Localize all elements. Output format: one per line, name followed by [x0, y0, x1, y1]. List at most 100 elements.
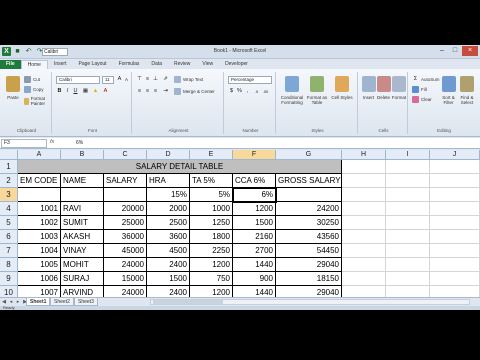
close-icon[interactable]: × — [462, 46, 478, 56]
underline-icon[interactable]: U — [72, 88, 79, 95]
decrease-decimal-icon[interactable]: .00 — [262, 88, 269, 95]
align-bottom-icon[interactable]: ⊥ — [152, 76, 159, 83]
row-header[interactable]: 6 — [0, 230, 18, 244]
table-cell[interactable] — [18, 188, 61, 202]
column-header[interactable]: G — [276, 150, 342, 160]
table-cell[interactable]: 45000 — [104, 244, 147, 258]
table-cell[interactable]: 15000 — [104, 272, 147, 286]
table-cell[interactable]: 1000 — [190, 202, 233, 216]
cell[interactable] — [342, 174, 386, 188]
table-cell[interactable]: 54450 — [276, 244, 342, 258]
column-header[interactable]: J — [430, 150, 480, 160]
cell-styles-button[interactable]: Cell Styles — [330, 76, 354, 100]
tab-file[interactable]: File — [0, 60, 21, 69]
table-cell[interactable]: CCA 6% — [233, 174, 276, 188]
fill-color-icon[interactable]: ▲ — [92, 88, 99, 95]
tab-page-layout[interactable]: Page Layout — [72, 60, 112, 69]
table-cell[interactable]: 1004 — [18, 244, 61, 258]
column-header[interactable]: F — [233, 150, 276, 160]
row-header[interactable]: 4 — [0, 202, 18, 216]
table-cell[interactable]: 1200 — [190, 258, 233, 272]
table-cell[interactable]: SUMIT — [61, 216, 104, 230]
row-header[interactable]: 10 — [0, 286, 18, 297]
table-cell[interactable]: 25000 — [104, 216, 147, 230]
table-cell[interactable]: 36000 — [104, 230, 147, 244]
cell[interactable] — [342, 244, 386, 258]
table-cell[interactable]: 1250 — [190, 216, 233, 230]
cell[interactable] — [386, 272, 430, 286]
table-cell[interactable]: 6% — [233, 188, 276, 202]
table-cell[interactable]: 15% — [147, 188, 190, 202]
orientation-icon[interactable]: ⇗ — [162, 76, 169, 83]
column-header[interactable]: C — [104, 150, 147, 160]
table-cell[interactable]: 1001 — [18, 202, 61, 216]
table-cell[interactable]: 1006 — [18, 272, 61, 286]
borders-icon[interactable]: ▦ — [82, 88, 89, 95]
merge-center-button[interactable]: Merge & Center — [174, 88, 215, 95]
font-color-icon[interactable]: A — [102, 88, 109, 95]
cell[interactable] — [342, 188, 386, 202]
indent-icon[interactable]: ⇥ — [162, 88, 169, 95]
table-cell[interactable]: SALARY — [104, 174, 147, 188]
cell[interactable] — [342, 258, 386, 272]
horizontal-scrollbar[interactable] — [150, 299, 470, 305]
bold-icon[interactable]: B — [56, 88, 63, 95]
table-cell[interactable]: 4500 — [147, 244, 190, 258]
table-cell[interactable] — [61, 188, 104, 202]
wrap-text-button[interactable]: Wrap Text — [174, 76, 203, 83]
table-cell[interactable]: 43560 — [276, 230, 342, 244]
table-cell[interactable]: 24200 — [276, 202, 342, 216]
align-left-icon[interactable]: ≡ — [136, 88, 143, 95]
cell[interactable] — [430, 188, 480, 202]
table-cell[interactable]: 1200 — [190, 286, 233, 297]
row-header[interactable]: 1 — [0, 160, 18, 174]
cell[interactable] — [342, 272, 386, 286]
table-cell[interactable]: TA 5% — [190, 174, 233, 188]
percent-icon[interactable]: % — [236, 88, 243, 95]
align-top-icon[interactable]: ⊤ — [136, 76, 143, 83]
tab-review[interactable]: Review — [168, 60, 196, 69]
table-cell[interactable]: RAVI — [61, 202, 104, 216]
formula-input[interactable]: 6% — [76, 140, 83, 146]
minimize-icon[interactable]: – — [436, 46, 448, 56]
cut-button[interactable]: Cut — [24, 76, 40, 83]
fill-button[interactable]: Fill — [412, 86, 427, 93]
table-cell[interactable]: ARVIND — [61, 286, 104, 297]
cell[interactable] — [386, 160, 430, 174]
sheet-tab-sheet3[interactable]: Sheet3 — [74, 298, 98, 306]
cell[interactable] — [430, 230, 480, 244]
table-cell[interactable] — [276, 188, 342, 202]
name-box[interactable]: F3 — [1, 139, 47, 148]
column-header[interactable]: D — [147, 150, 190, 160]
font-name-select[interactable]: Calibri — [56, 76, 100, 84]
table-cell[interactable]: 30250 — [276, 216, 342, 230]
table-cell[interactable]: 1002 — [18, 216, 61, 230]
table-cell[interactable]: 1005 — [18, 258, 61, 272]
table-cell[interactable]: 24000 — [104, 258, 147, 272]
cell[interactable] — [386, 230, 430, 244]
cell[interactable] — [342, 202, 386, 216]
table-cell[interactable]: MOHIT — [61, 258, 104, 272]
scroll-thumb[interactable] — [153, 300, 223, 304]
worksheet-grid[interactable]: ABCDEFGHIJ123456789101112131415EM CODENA… — [0, 150, 480, 297]
table-cell[interactable]: 18150 — [276, 272, 342, 286]
row-header[interactable]: 3 — [0, 188, 18, 202]
table-cell[interactable]: 750 — [190, 272, 233, 286]
table-cell[interactable]: EM CODE — [18, 174, 61, 188]
column-header[interactable]: H — [342, 150, 386, 160]
tab-formulas[interactable]: Formulas — [113, 60, 146, 69]
table-cell[interactable]: 20000 — [104, 202, 147, 216]
table-cell[interactable]: NAME — [61, 174, 104, 188]
sort-filter-button[interactable]: Sort & Filter — [440, 76, 457, 105]
row-header[interactable]: 7 — [0, 244, 18, 258]
cell[interactable] — [386, 244, 430, 258]
tab-developer[interactable]: Developer — [219, 60, 254, 69]
clear-button[interactable]: Clear — [412, 96, 432, 103]
table-cell[interactable]: 3600 — [147, 230, 190, 244]
column-header[interactable]: I — [386, 150, 430, 160]
comma-icon[interactable]: , — [244, 88, 251, 95]
shrink-font-icon[interactable]: A — [123, 76, 130, 83]
autosum-button[interactable]: Σ AutoSum — [412, 76, 440, 83]
column-header[interactable]: A — [18, 150, 61, 160]
table-cell[interactable]: 2250 — [190, 244, 233, 258]
